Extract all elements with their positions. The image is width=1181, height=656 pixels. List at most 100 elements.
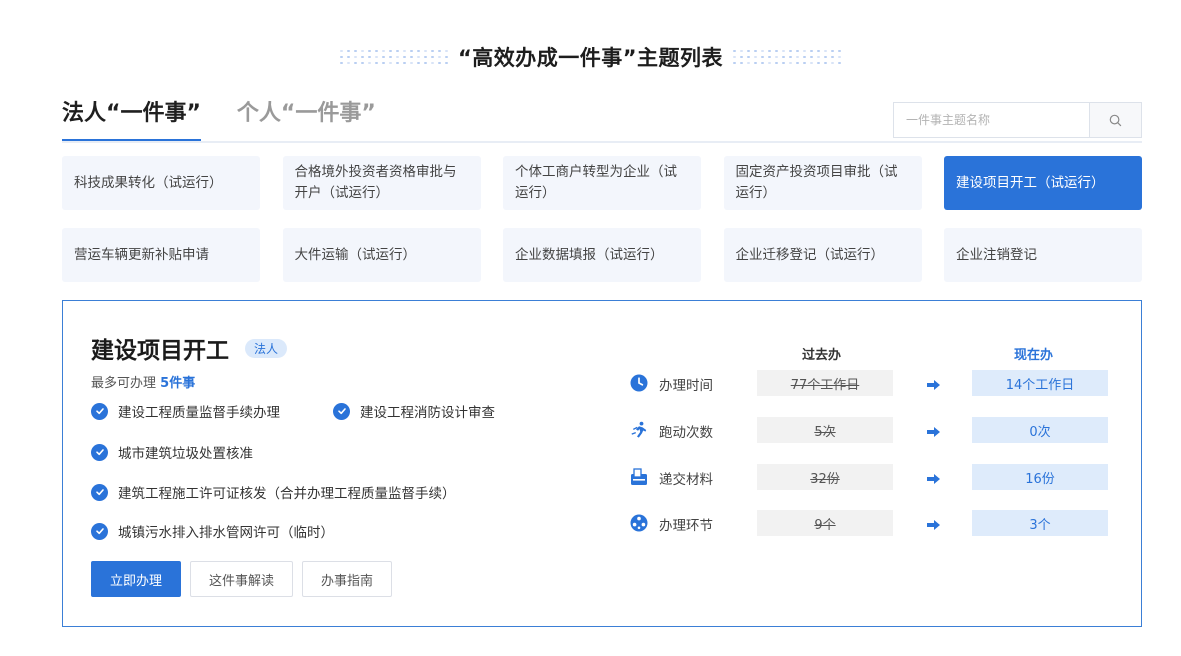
decorative-dot [423,62,427,64]
decorative-dot [423,56,427,58]
search-button[interactable] [1089,103,1141,137]
decorative-dot [360,56,364,58]
decorative-dot [803,56,807,58]
decorative-dot [803,50,807,52]
topic-item[interactable]: 大件运输（试运行） [282,228,481,282]
compare-row: 递交材料 32份 16份 [629,464,1109,490]
included-item: 城市建筑垃圾处置核准 [91,442,253,462]
included-item-label: 城市建筑垃圾处置核准 [118,446,253,462]
check-circle-icon [333,402,350,420]
decorative-dot [374,50,378,52]
decorative-dot [388,62,392,64]
included-item: 建设工程质量监督手续办理 [91,401,280,421]
topic-item[interactable]: 企业注销登记 [944,228,1142,282]
decorative-dot [416,50,420,52]
detail-title: 建设项目开工 [91,338,229,364]
past-header: 过去办 [802,348,842,363]
decorative-dot [402,62,406,64]
topic-item[interactable]: 科技成果转化（试运行） [62,156,260,210]
decorative-dot [430,62,434,64]
decorative-dot [346,56,350,58]
decorative-dot [761,56,765,58]
decorative-dot [775,50,779,52]
included-item: 城镇污水排入排水管网许可（临时） [91,521,334,541]
decorative-dot [838,56,842,58]
check-circle-icon [91,522,108,540]
decorative-dot [838,62,842,64]
guide-button[interactable]: 办事指南 [302,561,393,597]
compare-row: 办理时间 77个工作日 14个工作日 [629,370,1109,396]
decorative-dot [768,56,772,58]
decorative-dot [754,62,758,64]
decorative-dot [740,62,744,64]
decorative-dot [395,50,399,52]
decorative-dot [388,50,392,52]
topic-item[interactable]: 个体工商户转型为企业（试运行） [503,156,701,210]
decorative-dot [402,56,406,58]
decorative-dot [810,56,814,58]
title-row: “高效办成一件事”主题列表 [0,40,1181,74]
compare-label: 办理时间 [659,378,713,394]
decorative-dot [402,50,406,52]
compare-label: 递交材料 [659,472,713,488]
decorative-dot [796,56,800,58]
decorative-dot [824,56,828,58]
topic-item[interactable]: 合格境外投资者资格审批与开户（试运行） [282,156,481,210]
check-circle-icon [91,402,108,420]
decorative-dot [768,62,772,64]
decorative-dot [388,56,392,58]
apply-now-button[interactable]: 立即办理 [91,561,182,597]
decorative-dot [353,62,357,64]
decorative-dot [789,50,793,52]
topic-item[interactable]: 营运车辆更新补贴申请 [62,228,260,282]
topic-item[interactable]: 固定资产投资项目审批（试运行） [723,156,922,210]
arrow-right-icon [927,470,941,489]
topic-item-active[interactable]: 建设项目开工（试运行） [944,156,1142,210]
decorative-dot [374,56,378,58]
max-items-count: 5件事 [160,376,196,391]
decorative-dot [367,62,371,64]
decorative-dot [346,50,350,52]
topic-item[interactable]: 企业迁移登记（试运行） [723,228,922,282]
arrow-right-icon [927,423,941,442]
entity-badge: 法人 [245,338,288,358]
decorative-dot [733,56,737,58]
included-item-label: 城镇污水排入排水管网许可（临时） [118,525,334,541]
runner-icon [629,420,649,440]
decorative-dot [437,62,441,64]
decorative-dot [810,62,814,64]
decorative-dot [824,50,828,52]
included-item-label: 建设工程质量监督手续办理 [118,405,280,421]
included-item: 建设工程消防设计审查 [333,401,495,421]
detail-header: 建设项目开工 法人 [91,331,288,365]
decorative-dots-left [339,50,448,64]
decorative-dot [395,62,399,64]
explain-button[interactable]: 这件事解读 [190,561,294,597]
decorative-dot [782,50,786,52]
compare-label: 跑动次数 [659,425,713,441]
past-value: 77个工作日 [757,370,893,396]
decorative-dot [810,50,814,52]
topic-item[interactable]: 企业数据填报（试运行） [503,228,701,282]
check-circle-icon [91,443,108,461]
decorative-dot [782,62,786,64]
compare-row: 办理环节 9个 3个 [629,510,1109,536]
tab-legal-person[interactable]: 法人“一件事” [62,98,201,142]
decorative-dot [381,50,385,52]
decorative-dot [374,62,378,64]
decorative-dot [444,56,448,58]
decorative-dot [782,56,786,58]
documents-icon [629,467,649,487]
decorative-dot [360,62,364,64]
decorative-dot [360,50,364,52]
past-value: 32份 [757,464,893,490]
arrow-right-icon [927,516,941,535]
tab-individual[interactable]: 个人“一件事” [237,98,376,142]
decorative-dot [423,50,427,52]
decorative-dot [430,56,434,58]
decorative-dot [838,50,842,52]
decorative-dot [353,50,357,52]
action-buttons: 立即办理 这件事解读 办事指南 [91,561,393,597]
search-icon [1109,114,1122,126]
search-input[interactable] [894,103,1089,137]
